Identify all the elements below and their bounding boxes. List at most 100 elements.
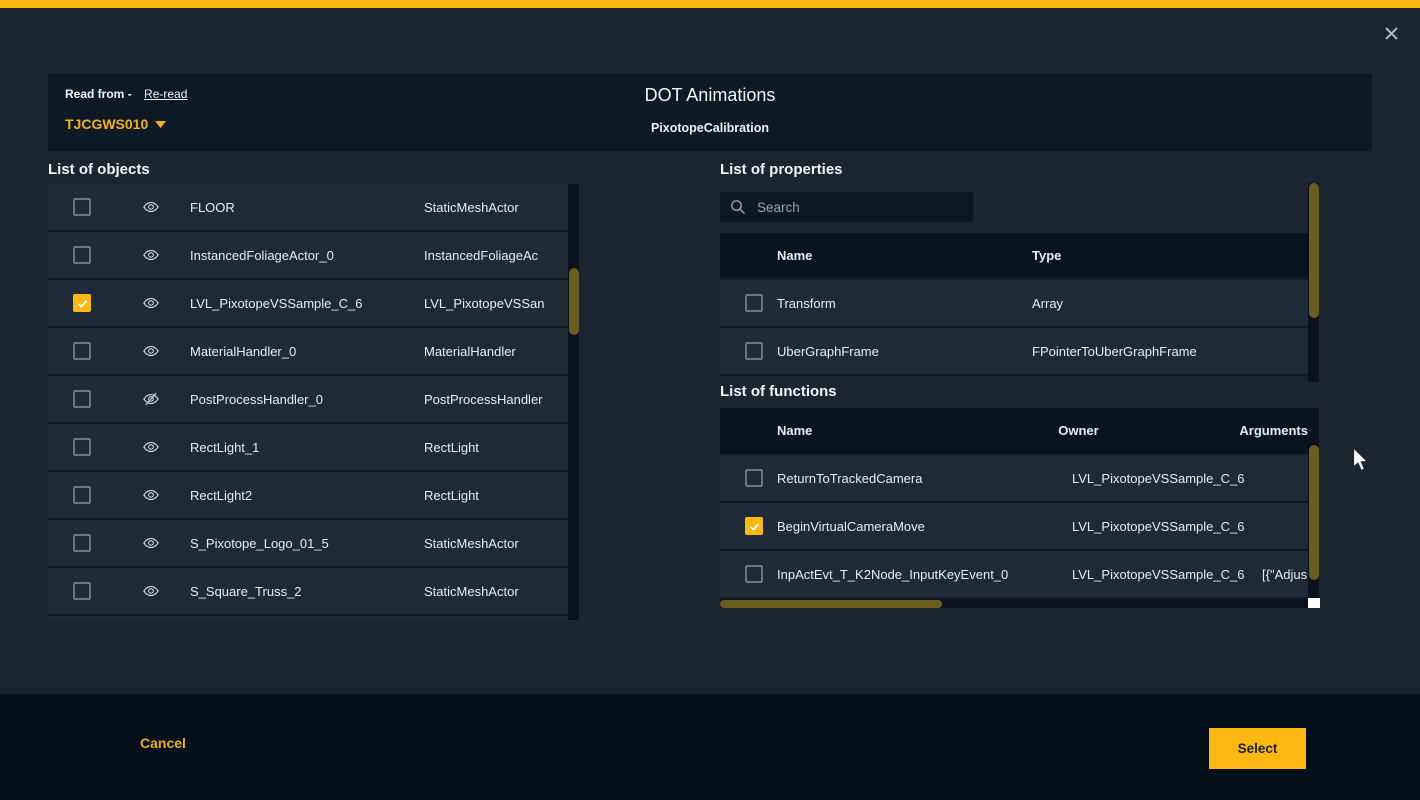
- function-row[interactable]: InpActEvt_T_K2Node_InputKeyEvent_0 LVL_P…: [720, 551, 1308, 599]
- object-type: StaticMeshActor: [424, 536, 519, 551]
- row-checkbox[interactable]: [73, 534, 91, 552]
- row-checkbox[interactable]: [73, 198, 91, 216]
- visibility-toggle[interactable]: [142, 342, 160, 360]
- property-row[interactable]: UberGraphFrame FPointerToUberGraphFrame: [720, 328, 1308, 376]
- check-icon: [76, 297, 89, 310]
- object-row[interactable]: MaterialHandler_0 MaterialHandler: [48, 328, 568, 376]
- dialog-header: Read from - Re-read TJCGWS010 DOT Animat…: [48, 74, 1372, 151]
- column-header-name: Name: [777, 423, 1058, 438]
- properties-rows: Transform Array UberGraphFrame FPointerT…: [720, 280, 1308, 376]
- row-checkbox[interactable]: [745, 565, 763, 583]
- search-box[interactable]: [720, 192, 973, 222]
- properties-scrollbar[interactable]: [1308, 183, 1319, 382]
- object-type: StaticMeshActor: [424, 584, 519, 599]
- object-row[interactable]: FLOOR StaticMeshActor: [48, 184, 568, 232]
- object-row[interactable]: InstancedFoliageActor_0 InstancedFoliage…: [48, 232, 568, 280]
- eye-icon: [142, 342, 160, 360]
- objects-table: FLOOR StaticMeshActor Insta: [48, 184, 568, 620]
- object-row[interactable]: LVL_PixotopeVSSample_C_6 LVL_PixotopeVSS…: [48, 280, 568, 328]
- object-row[interactable]: RectLight2 RectLight: [48, 472, 568, 520]
- object-row[interactable]: S_Square_Truss_2 StaticMeshActor: [48, 568, 568, 616]
- functions-table: Name Owner Arguments ReturnToTrackedCame…: [720, 408, 1308, 599]
- functions-scrollbar-thumb[interactable]: [1309, 445, 1319, 580]
- functions-scrollbar[interactable]: [1308, 408, 1319, 598]
- objects-scrollbar[interactable]: [568, 184, 579, 620]
- visibility-toggle[interactable]: [142, 390, 160, 408]
- function-row[interactable]: BeginVirtualCameraMove LVL_PixotopeVSSam…: [720, 503, 1308, 551]
- close-button[interactable]: [1384, 22, 1406, 44]
- property-name: UberGraphFrame: [777, 344, 1032, 359]
- page-title: DOT Animations: [48, 85, 1372, 106]
- top-accent-bar: [0, 0, 1420, 8]
- row-checkbox[interactable]: [73, 582, 91, 600]
- eye-icon: [142, 198, 160, 216]
- search-input[interactable]: [755, 199, 963, 216]
- properties-heading: List of properties: [720, 161, 843, 178]
- row-checkbox[interactable]: [745, 342, 763, 360]
- object-name: S_Square_Truss_2: [190, 584, 424, 599]
- row-checkbox[interactable]: [73, 390, 91, 408]
- functions-hscrollbar-thumb[interactable]: [720, 600, 942, 608]
- visibility-toggle[interactable]: [142, 486, 160, 504]
- row-checkbox[interactable]: [745, 517, 763, 535]
- object-type: InstancedFoliageAc: [424, 248, 538, 263]
- visibility-toggle[interactable]: [142, 294, 160, 312]
- function-name: BeginVirtualCameraMove: [777, 519, 1072, 534]
- visibility-toggle[interactable]: [142, 582, 160, 600]
- functions-horizontal-scrollbar[interactable]: [720, 599, 1308, 608]
- visibility-toggle[interactable]: [142, 198, 160, 216]
- function-row[interactable]: ReturnToTrackedCamera LVL_PixotopeVSSamp…: [720, 455, 1308, 503]
- object-row[interactable]: PostProcessHandler_0 PostProcessHandler: [48, 376, 568, 424]
- row-checkbox[interactable]: [73, 294, 91, 312]
- property-type: Array: [1032, 296, 1063, 311]
- row-checkbox[interactable]: [73, 342, 91, 360]
- column-header-type: Type: [1032, 248, 1061, 263]
- row-checkbox[interactable]: [73, 486, 91, 504]
- object-type: StaticMeshActor: [424, 200, 519, 215]
- object-type: MaterialHandler: [424, 344, 516, 359]
- properties-scrollbar-thumb[interactable]: [1309, 183, 1319, 318]
- object-row[interactable]: S_Pixotope_Logo_01_5 StaticMeshActor: [48, 520, 568, 568]
- object-name: S_Pixotope_Logo_01_5: [190, 536, 424, 551]
- functions-rows: ReturnToTrackedCamera LVL_PixotopeVSSamp…: [720, 455, 1308, 599]
- functions-header-row: Name Owner Arguments: [720, 408, 1308, 455]
- object-type: LVL_PixotopeVSSan: [424, 296, 544, 311]
- visibility-toggle[interactable]: [142, 438, 160, 456]
- object-name: InstancedFoliageActor_0: [190, 248, 424, 263]
- row-checkbox[interactable]: [73, 438, 91, 456]
- properties-table: Name Type Transform Array: [720, 233, 1308, 376]
- object-name: RectLight2: [190, 488, 424, 503]
- function-name: ReturnToTrackedCamera: [777, 471, 1072, 486]
- close-icon: [1384, 26, 1399, 41]
- search-icon: [730, 199, 746, 215]
- objects-scrollbar-thumb[interactable]: [569, 268, 579, 335]
- select-button[interactable]: Select: [1209, 728, 1306, 769]
- property-row[interactable]: Transform Array: [720, 280, 1308, 328]
- visibility-toggle[interactable]: [142, 246, 160, 264]
- object-name: MaterialHandler_0: [190, 344, 424, 359]
- row-checkbox[interactable]: [745, 469, 763, 487]
- eye-icon: [142, 534, 160, 552]
- object-row[interactable]: RectLight_1 RectLight: [48, 424, 568, 472]
- column-header-arguments: Arguments: [1239, 423, 1308, 438]
- object-name: PostProcessHandler_0: [190, 392, 424, 407]
- page-subtitle: PixotopeCalibration: [48, 121, 1372, 135]
- check-icon: [748, 520, 761, 533]
- function-name: InpActEvt_T_K2Node_InputKeyEvent_0: [777, 567, 1072, 582]
- property-type: FPointerToUberGraphFrame: [1032, 344, 1197, 359]
- scrollbar-corner: [1308, 598, 1320, 608]
- eye-icon: [142, 486, 160, 504]
- function-owner: LVL_PixotopeVSSample_C_6: [1072, 519, 1262, 534]
- eye-off-icon: [142, 390, 160, 408]
- object-name: FLOOR: [190, 200, 424, 215]
- footer: Cancel Select: [0, 694, 1420, 800]
- function-owner: LVL_PixotopeVSSample_C_6: [1072, 471, 1262, 486]
- row-checkbox[interactable]: [745, 294, 763, 312]
- eye-icon: [142, 294, 160, 312]
- objects-heading: List of objects: [48, 161, 150, 178]
- visibility-toggle[interactable]: [142, 534, 160, 552]
- eye-icon: [142, 246, 160, 264]
- cancel-button[interactable]: Cancel: [140, 735, 186, 751]
- row-checkbox[interactable]: [73, 246, 91, 264]
- functions-heading: List of functions: [720, 383, 837, 400]
